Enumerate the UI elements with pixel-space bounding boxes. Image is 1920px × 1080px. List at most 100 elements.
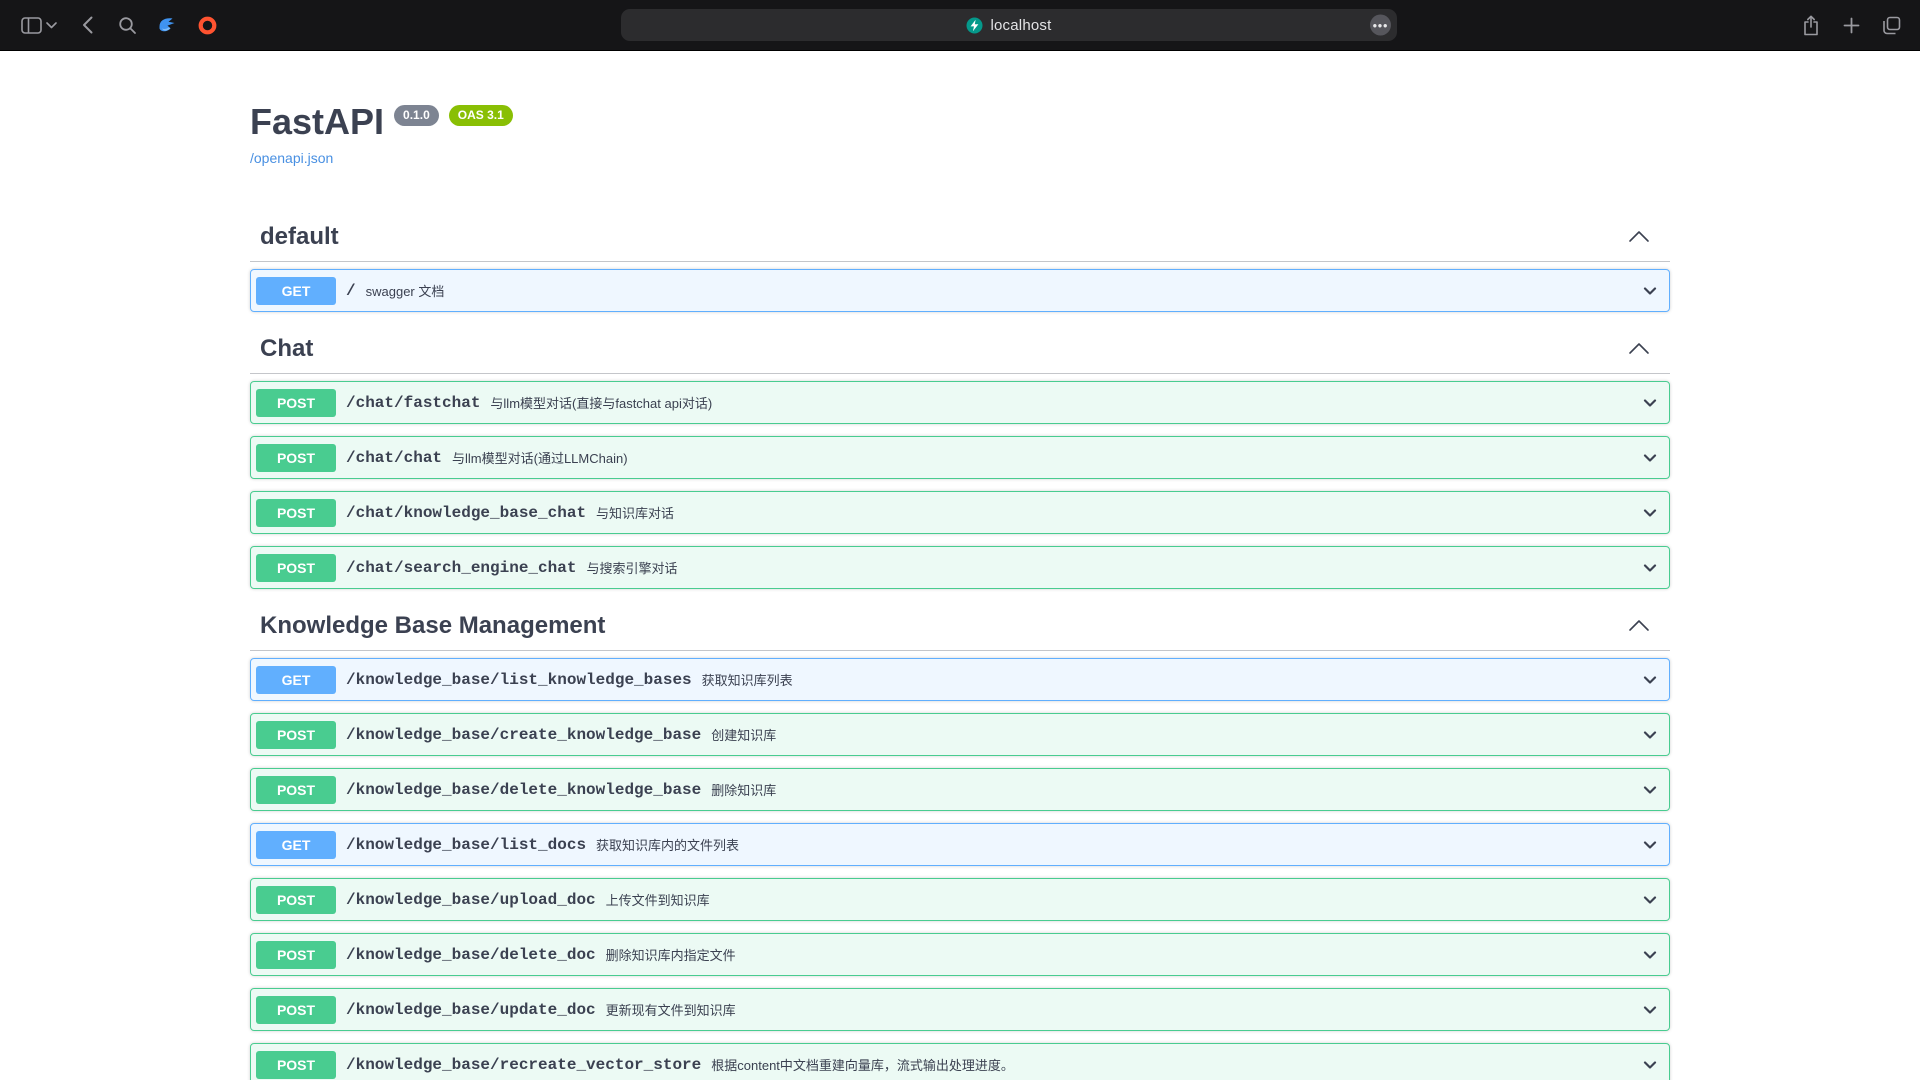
chevron-down-icon[interactable] bbox=[1640, 448, 1660, 468]
chevron-down-icon[interactable] bbox=[1640, 1055, 1660, 1075]
method-badge: POST bbox=[256, 1051, 336, 1079]
address-bar[interactable]: localhost ••• bbox=[621, 9, 1397, 41]
endpoint-description: 获取知识库内的文件列表 bbox=[596, 835, 1640, 854]
method-badge: POST bbox=[256, 554, 336, 582]
fastapi-favicon bbox=[966, 17, 983, 34]
sidebar-toggle-icon[interactable] bbox=[18, 12, 44, 38]
endpoint-path: /knowledge_base/recreate_vector_store bbox=[346, 1056, 701, 1074]
url-text: localhost bbox=[990, 17, 1051, 34]
method-badge: POST bbox=[256, 996, 336, 1024]
endpoint-row[interactable]: POST /knowledge_base/create_knowledge_ba… bbox=[250, 713, 1670, 756]
chevron-up-icon[interactable] bbox=[1628, 619, 1650, 632]
endpoint-description: 与知识库对话 bbox=[596, 503, 1640, 522]
endpoint-description: swagger 文档 bbox=[366, 281, 1640, 300]
endpoint-path: /knowledge_base/create_knowledge_base bbox=[346, 726, 701, 744]
bird-icon[interactable] bbox=[154, 12, 180, 38]
tab-overview-icon[interactable] bbox=[1878, 12, 1904, 38]
endpoint-path: /knowledge_base/upload_doc bbox=[346, 891, 596, 909]
endpoint-description: 更新现有文件到知识库 bbox=[606, 1000, 1640, 1019]
method-badge: POST bbox=[256, 499, 336, 527]
endpoint-path: /knowledge_base/list_knowledge_bases bbox=[346, 671, 692, 689]
chevron-up-icon[interactable] bbox=[1628, 230, 1650, 243]
search-icon[interactable] bbox=[114, 12, 140, 38]
endpoint-path: /knowledge_base/update_doc bbox=[346, 1001, 596, 1019]
api-sections: default GET / swagger 文档 bbox=[250, 212, 1670, 1080]
page-title: FastAPI bbox=[250, 101, 384, 142]
endpoint-row[interactable]: POST /knowledge_base/update_doc 更新现有文件到知… bbox=[250, 988, 1670, 1031]
method-badge: POST bbox=[256, 721, 336, 749]
method-badge: GET bbox=[256, 666, 336, 694]
chevron-down-icon[interactable] bbox=[1640, 670, 1660, 690]
openapi-spec-link[interactable]: /openapi.json bbox=[250, 150, 333, 166]
endpoint-row[interactable]: GET /knowledge_base/list_docs 获取知识库内的文件列… bbox=[250, 823, 1670, 866]
section-default: default GET / swagger 文档 bbox=[250, 212, 1670, 312]
endpoint-description: 获取知识库列表 bbox=[702, 670, 1640, 689]
version-badge: 0.1.0 bbox=[394, 105, 439, 126]
section-title: default bbox=[260, 222, 339, 251]
method-badge: POST bbox=[256, 444, 336, 472]
endpoint-description: 根据content中文档重建向量库，流式输出处理进度。 bbox=[711, 1055, 1640, 1074]
endpoint-row[interactable]: POST /chat/chat 与llm模型对话(通过LLMChain) bbox=[250, 436, 1670, 479]
endpoint-path: /chat/knowledge_base_chat bbox=[346, 504, 586, 522]
chevron-down-icon[interactable] bbox=[44, 12, 58, 38]
section-title: Knowledge Base Management bbox=[260, 611, 605, 640]
toolbar-center: localhost ••• bbox=[220, 9, 1798, 41]
section-knowledge-base-management: Knowledge Base Management GET /knowledge… bbox=[250, 601, 1670, 1080]
chevron-down-icon[interactable] bbox=[1640, 780, 1660, 800]
endpoint-path: /knowledge_base/delete_knowledge_base bbox=[346, 781, 701, 799]
method-badge: GET bbox=[256, 831, 336, 859]
page-options-icon[interactable]: ••• bbox=[1370, 15, 1391, 36]
chevron-down-icon[interactable] bbox=[1640, 558, 1660, 578]
chevron-down-icon[interactable] bbox=[1640, 890, 1660, 910]
method-badge: POST bbox=[256, 389, 336, 417]
endpoint-row[interactable]: POST /chat/fastchat 与llm模型对话(直接与fastchat… bbox=[250, 381, 1670, 424]
endpoint-description: 与llm模型对话(通过LLMChain) bbox=[452, 448, 1640, 467]
chevron-down-icon[interactable] bbox=[1640, 725, 1660, 745]
endpoint-description: 删除知识库内指定文件 bbox=[606, 945, 1640, 964]
record-ring-icon[interactable] bbox=[194, 12, 220, 38]
endpoint-path: /chat/fastchat bbox=[346, 394, 480, 412]
chevron-down-icon[interactable] bbox=[1640, 945, 1660, 965]
endpoint-description: 与llm模型对话(直接与fastchat api对话) bbox=[490, 393, 1640, 412]
endpoint-row[interactable]: POST /chat/search_engine_chat 与搜索引擎对话 bbox=[250, 546, 1670, 589]
endpoint-row[interactable]: POST /knowledge_base/delete_knowledge_ba… bbox=[250, 768, 1670, 811]
chevron-down-icon[interactable] bbox=[1640, 503, 1660, 523]
endpoint-row[interactable]: POST /chat/knowledge_base_chat 与知识库对话 bbox=[250, 491, 1670, 534]
method-badge: POST bbox=[256, 886, 336, 914]
endpoint-row[interactable]: POST /knowledge_base/delete_doc 删除知识库内指定… bbox=[250, 933, 1670, 976]
chevron-up-icon[interactable] bbox=[1628, 342, 1650, 355]
endpoint-path: /chat/search_engine_chat bbox=[346, 559, 576, 577]
back-icon[interactable] bbox=[74, 12, 100, 38]
endpoint-row[interactable]: GET / swagger 文档 bbox=[250, 269, 1670, 312]
section-chat: Chat POST /chat/fastchat 与llm模型对话(直接与fas… bbox=[250, 324, 1670, 589]
section-header-default[interactable]: default bbox=[250, 212, 1670, 262]
endpoint-path: /knowledge_base/list_docs bbox=[346, 836, 586, 854]
swagger-page: FastAPI 0.1.0 OAS 3.1 /openapi.json defa… bbox=[0, 51, 1920, 1080]
chevron-down-icon[interactable] bbox=[1640, 281, 1660, 301]
share-icon[interactable] bbox=[1798, 12, 1824, 38]
toolbar-right-controls bbox=[1798, 12, 1920, 38]
endpoint-path: / bbox=[346, 282, 356, 300]
chevron-down-icon[interactable] bbox=[1640, 393, 1660, 413]
chevron-down-icon[interactable] bbox=[1640, 1000, 1660, 1020]
toolbar-left-controls bbox=[0, 12, 220, 38]
method-badge: POST bbox=[256, 941, 336, 969]
api-info: FastAPI 0.1.0 OAS 3.1 /openapi.json bbox=[250, 101, 1670, 168]
endpoint-description: 上传文件到知识库 bbox=[606, 890, 1640, 909]
chevron-down-icon[interactable] bbox=[1640, 835, 1660, 855]
oas-badge: OAS 3.1 bbox=[449, 105, 513, 126]
method-badge: POST bbox=[256, 776, 336, 804]
section-title: Chat bbox=[260, 334, 313, 363]
browser-toolbar: localhost ••• bbox=[0, 0, 1920, 51]
section-header-knowledge-base[interactable]: Knowledge Base Management bbox=[250, 601, 1670, 651]
endpoint-path: /knowledge_base/delete_doc bbox=[346, 946, 596, 964]
endpoint-row[interactable]: POST /knowledge_base/recreate_vector_sto… bbox=[250, 1043, 1670, 1080]
endpoint-path: /chat/chat bbox=[346, 449, 442, 467]
new-tab-icon[interactable] bbox=[1838, 12, 1864, 38]
endpoint-row[interactable]: POST /knowledge_base/upload_doc 上传文件到知识库 bbox=[250, 878, 1670, 921]
endpoint-description: 创建知识库 bbox=[711, 725, 1640, 744]
section-header-chat[interactable]: Chat bbox=[250, 324, 1670, 374]
endpoint-row[interactable]: GET /knowledge_base/list_knowledge_bases… bbox=[250, 658, 1670, 701]
endpoint-description: 与搜索引擎对话 bbox=[586, 558, 1640, 577]
method-badge: GET bbox=[256, 277, 336, 305]
